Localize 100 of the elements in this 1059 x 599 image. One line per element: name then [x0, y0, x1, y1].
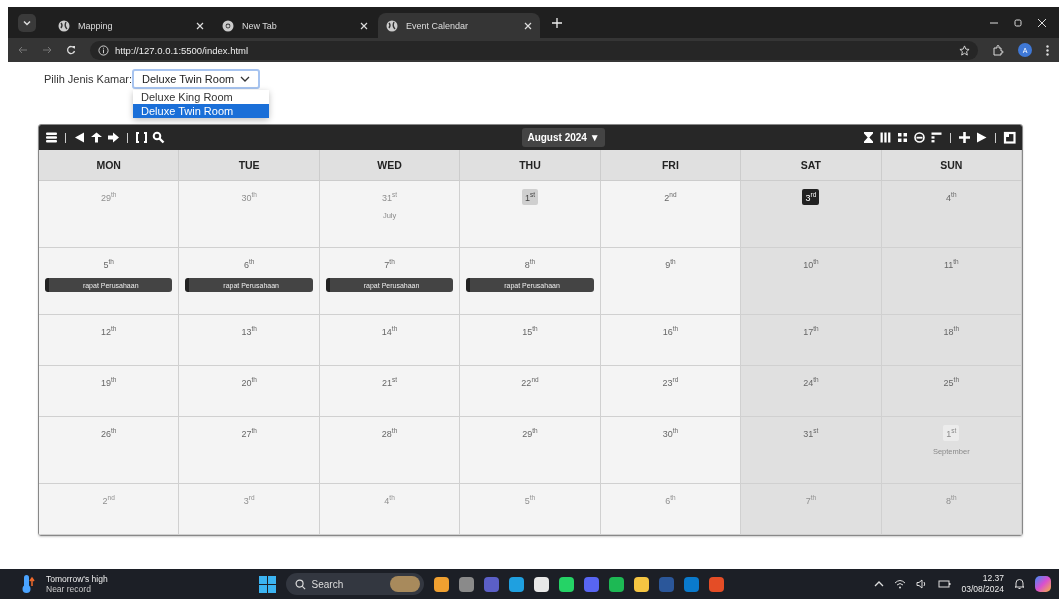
address-field[interactable]: http://127.0.0.1:5500/index.html [90, 40, 978, 60]
day-cell[interactable]: 21$^{st}$ [319, 366, 461, 417]
day-number: 2$^{nd}$ [101, 493, 116, 508]
day-cell[interactable]: 2$^{nd}$ [39, 484, 180, 535]
day-number: 13$^{th}$ [240, 324, 258, 339]
tab-list-button[interactable] [18, 13, 36, 32]
plus-icon[interactable] [552, 17, 562, 28]
day-number: 26$^{th}$ [100, 426, 118, 441]
close-icon[interactable] [1037, 17, 1047, 28]
day-number: 1$^{st}$ [943, 425, 960, 441]
browser-tab[interactable]: Mapping [50, 13, 212, 38]
grid-icon[interactable] [896, 131, 909, 144]
wifi-icon[interactable] [894, 579, 907, 589]
left-triangle-icon[interactable] [73, 131, 86, 144]
day-cell[interactable]: 31$^{st}$ [741, 417, 882, 484]
close-icon[interactable] [524, 21, 532, 30]
browser-tab[interactable]: Event Calendar [378, 13, 540, 38]
thermometer-icon[interactable] [22, 574, 36, 594]
day-cell[interactable]: 28$^{th}$ [319, 417, 461, 484]
close-icon[interactable] [196, 21, 204, 30]
more-options-icon[interactable] [1046, 44, 1049, 56]
info-icon[interactable] [98, 44, 109, 56]
day-cell[interactable]: 1$^{st}$ [460, 181, 601, 248]
weather-title[interactable]: Tomorrow's high [46, 573, 108, 584]
day-cell[interactable]: 25$^{th}$ [881, 366, 1022, 417]
day-number: 17$^{th}$ [802, 324, 820, 339]
app-icon[interactable] [533, 576, 549, 592]
day-cell[interactable]: 20$^{th}$ [179, 366, 320, 417]
app-icon[interactable] [433, 576, 449, 592]
windows-logo-icon[interactable] [258, 575, 276, 593]
up-arrow-icon[interactable] [90, 131, 103, 144]
close-icon[interactable] [360, 21, 368, 30]
day-cell[interactable]: 30$^{th}$ [179, 181, 320, 248]
day-cell[interactable]: 9$^{th}$ [600, 248, 742, 315]
window-icon[interactable] [1003, 131, 1016, 144]
globe-icon [58, 19, 70, 32]
room-type-select[interactable]: Deluxe Twin Room [132, 69, 261, 89]
search-icon[interactable] [152, 131, 165, 144]
day-cell[interactable]: 12$^{th}$ [39, 315, 180, 366]
day-cell[interactable]: 2$^{nd}$ [600, 181, 742, 248]
list-icon[interactable] [930, 131, 943, 144]
day-cell[interactable]: 26$^{th}$ [39, 417, 180, 484]
menu-icon[interactable] [45, 131, 58, 144]
right-arrow-icon[interactable] [107, 131, 120, 144]
app-icon[interactable] [508, 576, 524, 592]
day-number: 1$^{st}$ [521, 189, 539, 205]
day-number: 30$^{th}$ [661, 426, 680, 441]
app-icon[interactable] [1035, 576, 1051, 592]
day-cell[interactable]: 13$^{th}$ [179, 315, 320, 366]
day-cell[interactable]: 29$^{th}$ [460, 417, 601, 484]
day-cell[interactable]: 27$^{th}$ [179, 417, 320, 484]
chevron-up-icon[interactable] [874, 581, 885, 587]
day-cell[interactable]: 5$^{th}$ [460, 484, 601, 535]
day-cell[interactable]: 6$^{th}$ [600, 484, 742, 535]
forward-arrow-icon[interactable] [42, 45, 52, 55]
bell-icon[interactable] [1014, 578, 1025, 590]
day-cell[interactable]: 23$^{rd}$ [600, 366, 742, 417]
day-cell[interactable]: 4$^{th}$ [881, 181, 1022, 248]
day-number: 4$^{th}$ [383, 493, 396, 508]
month-picker-button[interactable]: August 2024 ▼ [522, 128, 605, 147]
browser-tab[interactable]: New Tab [214, 13, 376, 38]
day-cell[interactable]: 16$^{th}$ [600, 315, 742, 366]
day-cell[interactable]: 18$^{th}$ [881, 315, 1022, 366]
back-arrow-icon[interactable] [18, 45, 28, 55]
app-icon[interactable] [558, 576, 574, 592]
day-cell[interactable]: 22$^{nd}$ [460, 366, 601, 417]
day-cell[interactable]: 14$^{th}$ [319, 315, 461, 366]
app-icon[interactable] [608, 576, 624, 592]
columns-icon[interactable] [879, 131, 892, 144]
reload-icon[interactable] [66, 45, 76, 55]
day-cell[interactable]: 3$^{rd}$ [179, 484, 320, 535]
day-number: 5$^{th}$ [523, 493, 537, 508]
clock-time[interactable]: 12.37 [982, 573, 1004, 584]
dropdown-option[interactable]: Deluxe Twin Room [133, 104, 270, 118]
day-cell[interactable]: 4$^{th}$ [319, 484, 461, 535]
restore-icon[interactable] [1013, 17, 1023, 28]
day-cell[interactable]: 29$^{th}$ [39, 181, 180, 248]
search-icon [294, 578, 306, 590]
clock-date[interactable]: 03/08/2024 [961, 584, 1004, 595]
day-cell[interactable]: 30$^{th}$ [600, 417, 742, 484]
hourglass-icon[interactable] [862, 131, 875, 144]
puzzle-icon[interactable] [992, 44, 1004, 56]
day-number: 3$^{rd}$ [242, 493, 256, 508]
day-cell[interactable]: 19$^{th}$ [39, 366, 180, 417]
taskbar-search-field[interactable]: Search [285, 573, 424, 595]
day-number: 15$^{th}$ [521, 324, 539, 339]
day-number: 27$^{th}$ [240, 426, 258, 441]
day-cell[interactable]: 15$^{th}$ [460, 315, 601, 366]
play-icon[interactable] [975, 131, 988, 144]
day-number: 29$^{th}$ [521, 426, 539, 441]
day-cell[interactable]: 17$^{th}$ [741, 315, 882, 366]
battery-icon[interactable] [938, 579, 952, 589]
dropdown-option[interactable]: Deluxe King Room [133, 90, 270, 104]
app-icon[interactable] [633, 576, 649, 592]
day-cell[interactable]: 11$^{th}$ [881, 248, 1022, 315]
weather-subtitle[interactable]: Near record [46, 584, 108, 595]
day-cell[interactable]: 24$^{th}$ [741, 366, 882, 417]
day-cell[interactable]: 10$^{th}$ [741, 248, 882, 315]
day-cell[interactable]: 3$^{rd}$ [741, 181, 882, 248]
star-icon[interactable] [959, 44, 970, 56]
